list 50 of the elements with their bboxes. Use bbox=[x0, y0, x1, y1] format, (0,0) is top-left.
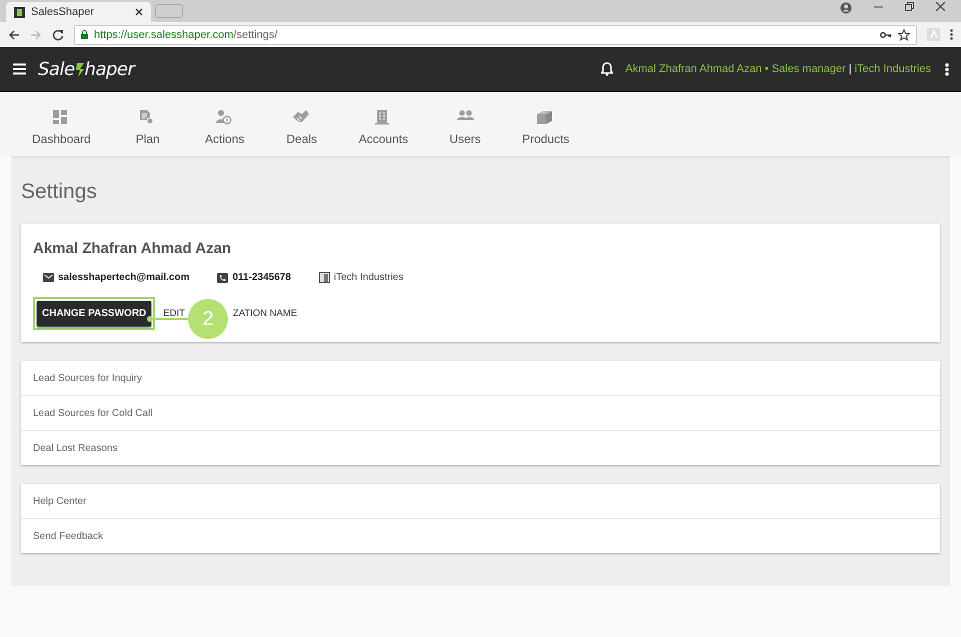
user-icon bbox=[216, 110, 234, 125]
bell-icon[interactable] bbox=[601, 62, 614, 76]
nav-tab[interactable]: Actions bbox=[192, 110, 257, 146]
page-title: Settings bbox=[21, 180, 97, 204]
star-icon[interactable] bbox=[898, 28, 910, 40]
phone-text: 011-2345678 bbox=[232, 272, 291, 283]
close-icon[interactable] bbox=[936, 2, 945, 11]
url-text: https://user.salesshaper.com/settings/ bbox=[94, 28, 278, 40]
nav-tab[interactable]: Deals bbox=[270, 110, 334, 146]
menu-icon[interactable] bbox=[950, 29, 953, 40]
company-name: iTech Industries bbox=[854, 63, 931, 75]
list-item[interactable]: Lead Sources for Cold Call bbox=[21, 396, 940, 431]
handshake-icon bbox=[293, 110, 310, 125]
favicon-icon bbox=[14, 6, 25, 18]
mail-icon bbox=[43, 273, 54, 282]
reload-icon[interactable] bbox=[52, 28, 64, 40]
close-icon[interactable] bbox=[135, 8, 143, 16]
account-icon[interactable] bbox=[840, 2, 852, 14]
separator-text: | bbox=[848, 63, 852, 75]
list-item[interactable]: Send Feedback bbox=[21, 519, 940, 553]
organization-text: iTech Industries bbox=[334, 272, 404, 283]
back-icon[interactable] bbox=[8, 28, 20, 40]
list-item[interactable]: Help Center bbox=[21, 484, 940, 519]
app-logo[interactable]: Sale haper bbox=[38, 58, 134, 80]
building-icon bbox=[374, 110, 392, 125]
phone-icon bbox=[217, 272, 228, 282]
more-icon[interactable] bbox=[945, 62, 949, 76]
email-text: salesshapertech@mail.com bbox=[58, 272, 190, 283]
key-icon[interactable] bbox=[880, 30, 892, 38]
nav-tab[interactable]: Plan bbox=[116, 110, 180, 146]
dashboard-icon bbox=[52, 110, 70, 125]
list-item[interactable]: Lead Sources for Inquiry bbox=[21, 361, 940, 396]
list-item[interactable]: Deal Lost Reasons bbox=[21, 431, 940, 465]
nav-tab[interactable]: Products bbox=[510, 110, 582, 146]
user-name: Akmal Zhafran Ahmad Azan bbox=[33, 240, 232, 257]
lock-icon bbox=[81, 30, 88, 39]
document-icon bbox=[139, 110, 156, 125]
step-badge: 2 bbox=[188, 299, 228, 339]
user-info: Akmal Zhafran Ahmad Azan • Sales manager bbox=[625, 63, 846, 75]
box-icon bbox=[537, 110, 554, 125]
nav-tab[interactable]: Accounts bbox=[346, 110, 420, 146]
restore-icon[interactable] bbox=[905, 2, 914, 11]
menu-icon[interactable] bbox=[13, 63, 26, 75]
nav-tab[interactable]: Dashboard bbox=[20, 110, 103, 146]
building-icon bbox=[318, 272, 330, 283]
nav-tab[interactable]: Users bbox=[433, 110, 498, 146]
browser-tab[interactable]: SalesShaper bbox=[6, 2, 151, 22]
address-bar[interactable]: https://user.salesshaper.com/settings/ bbox=[74, 24, 917, 44]
change-password-button[interactable]: CHANGE PASSWORD bbox=[37, 301, 152, 326]
runner-icon bbox=[74, 60, 85, 78]
